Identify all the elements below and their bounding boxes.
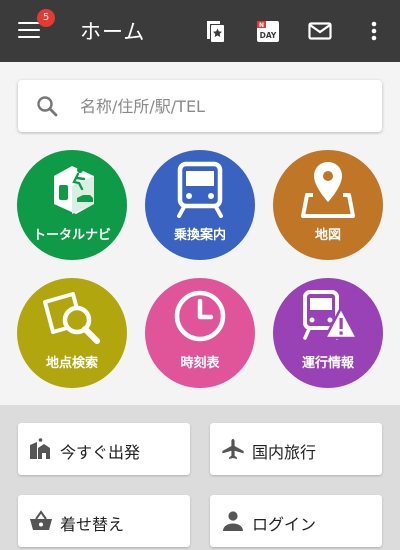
search-box[interactable]: [18, 80, 382, 132]
domestic-travel-button[interactable]: 国内旅行: [210, 423, 382, 475]
depart-icon: [30, 438, 50, 459]
tile-label: 運行情報: [301, 356, 354, 371]
app-bar: 5 ホーム N DAY: [0, 0, 400, 62]
tile-service-info[interactable]: 運行情報: [273, 278, 383, 388]
total-navi-icon: [54, 166, 94, 214]
tile-label: 時刻表: [180, 356, 220, 371]
card-label: 今すぐ出発: [60, 443, 141, 462]
search-icon: [37, 96, 58, 117]
notification-badge: 5: [37, 9, 55, 27]
more-vert-icon[interactable]: [360, 17, 388, 45]
train-warning-icon: [303, 290, 359, 340]
nday-text: DAY: [260, 31, 277, 40]
location-search-icon: [43, 292, 100, 344]
nday-calendar-icon[interactable]: N DAY: [254, 17, 282, 45]
train-icon: [177, 161, 223, 218]
tile-transit[interactable]: 乗換案内: [145, 150, 255, 260]
airplane-icon: [222, 439, 244, 459]
tile-timetable[interactable]: 時刻表: [145, 278, 255, 388]
tile-label: 地図: [314, 228, 341, 243]
tile-label: 地点検索: [45, 356, 98, 371]
search-input[interactable]: [80, 92, 370, 120]
theme-change-button[interactable]: 着せ替え: [18, 495, 190, 547]
login-button[interactable]: ログイン: [210, 495, 382, 547]
card-label: 着せ替え: [60, 515, 125, 534]
page-title: ホーム: [80, 20, 146, 44]
person-icon: [223, 511, 243, 531]
mail-icon[interactable]: [306, 17, 334, 45]
nday-prefix: N: [259, 22, 264, 29]
depart-now-button[interactable]: 今すぐ出発: [18, 423, 190, 475]
tile-label: トータルナビ: [32, 228, 111, 243]
quick-links: 今すぐ出発 国内旅行 着せ替え ログイン: [0, 405, 400, 550]
card-label: ログイン: [252, 515, 317, 534]
tile-label: 乗換案内: [173, 228, 226, 243]
card-label: 国内旅行: [252, 443, 317, 462]
tile-map[interactable]: 地図: [273, 150, 383, 260]
bookmark-star-icon[interactable]: [201, 17, 229, 45]
tile-spot-search[interactable]: 地点検索: [17, 278, 127, 388]
tile-total-navi[interactable]: トータルナビ: [17, 150, 127, 260]
basket-icon: [30, 510, 52, 530]
map-pin-icon: [301, 162, 355, 218]
clock-icon: [174, 290, 226, 342]
feature-tiles: トータルナビ 乗換案内 地図 地点検索 時刻表 運行情報: [0, 135, 400, 405]
